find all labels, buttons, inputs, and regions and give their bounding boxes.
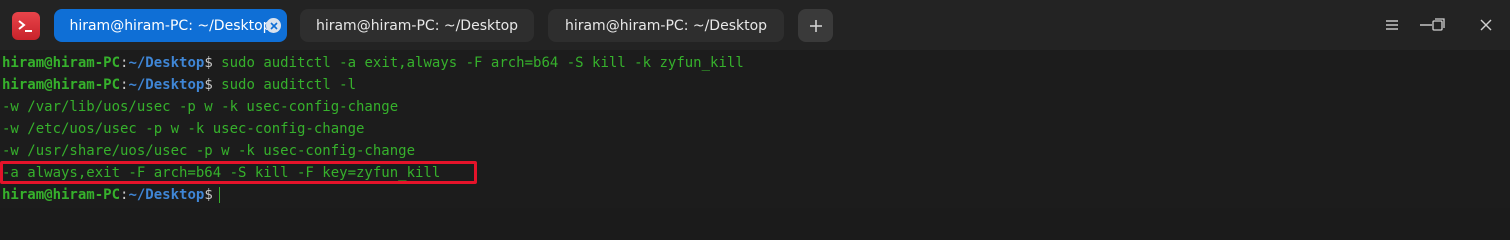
terminal-line: hiram@hiram-PC:~/Desktop$ sudo auditctl … — [2, 52, 744, 74]
prompt-user: hiram@hiram-PC — [2, 55, 121, 71]
terminal-line: hiram@hiram-PC:~/Desktop$ — [2, 184, 220, 206]
command-text: sudo auditctl -l — [212, 77, 357, 93]
tab-3-label: hiram@hiram-PC: ~/Desktop — [564, 17, 768, 34]
text-cursor — [218, 187, 220, 203]
prompt-dollar: $ — [204, 187, 213, 203]
maximize-icon — [1432, 18, 1445, 31]
prompt-dollar: $ — [204, 77, 213, 93]
new-tab-button[interactable] — [798, 9, 833, 42]
tab-1-label: hiram@hiram-PC: ~/Desktop — [69, 17, 272, 34]
close-icon — [1480, 19, 1492, 31]
menu-icon — [1386, 20, 1398, 30]
red-highlight-box — [0, 161, 477, 184]
output-line: -w /usr/share/uos/usec -p w -k usec-conf… — [2, 143, 416, 159]
prompt-user: hiram@hiram-PC — [2, 77, 121, 93]
output-line: -w /etc/uos/usec -p w -k usec-config-cha… — [2, 121, 365, 137]
close-tab-icon[interactable] — [266, 18, 281, 33]
terminal-output[interactable]: hiram@hiram-PC:~/Desktop$ sudo auditctl … — [0, 50, 1510, 208]
terminal-window: hiram@hiram-PC: ~/Desktop hiram@hiram-PC… — [0, 0, 1510, 208]
plus-icon — [809, 19, 822, 32]
command-text: sudo auditctl -a exit,always -F arch=b64… — [212, 55, 744, 71]
prompt-path: ~/Desktop — [128, 77, 205, 93]
terminal-icon[interactable] — [12, 12, 40, 40]
menu-button[interactable] — [1380, 13, 1404, 37]
output-line: -w /var/lib/uos/usec -p w -k usec-config… — [2, 99, 399, 115]
maximize-button[interactable] — [1426, 13, 1450, 37]
title-bar: hiram@hiram-PC: ~/Desktop hiram@hiram-PC… — [0, 0, 1510, 50]
prompt-path: ~/Desktop — [128, 55, 205, 71]
prompt-user: hiram@hiram-PC — [2, 187, 121, 203]
tab-2-label: hiram@hiram-PC: ~/Desktop — [315, 17, 519, 34]
prompt-dollar: $ — [204, 55, 213, 71]
terminal-line: hiram@hiram-PC:~/Desktop$ sudo auditctl … — [2, 74, 356, 96]
close-button[interactable] — [1474, 13, 1498, 37]
prompt-path: ~/Desktop — [128, 187, 205, 203]
tab-2[interactable]: hiram@hiram-PC: ~/Desktop — [300, 9, 534, 42]
tab-3[interactable]: hiram@hiram-PC: ~/Desktop — [548, 9, 784, 42]
tab-1[interactable]: hiram@hiram-PC: ~/Desktop — [54, 9, 287, 42]
